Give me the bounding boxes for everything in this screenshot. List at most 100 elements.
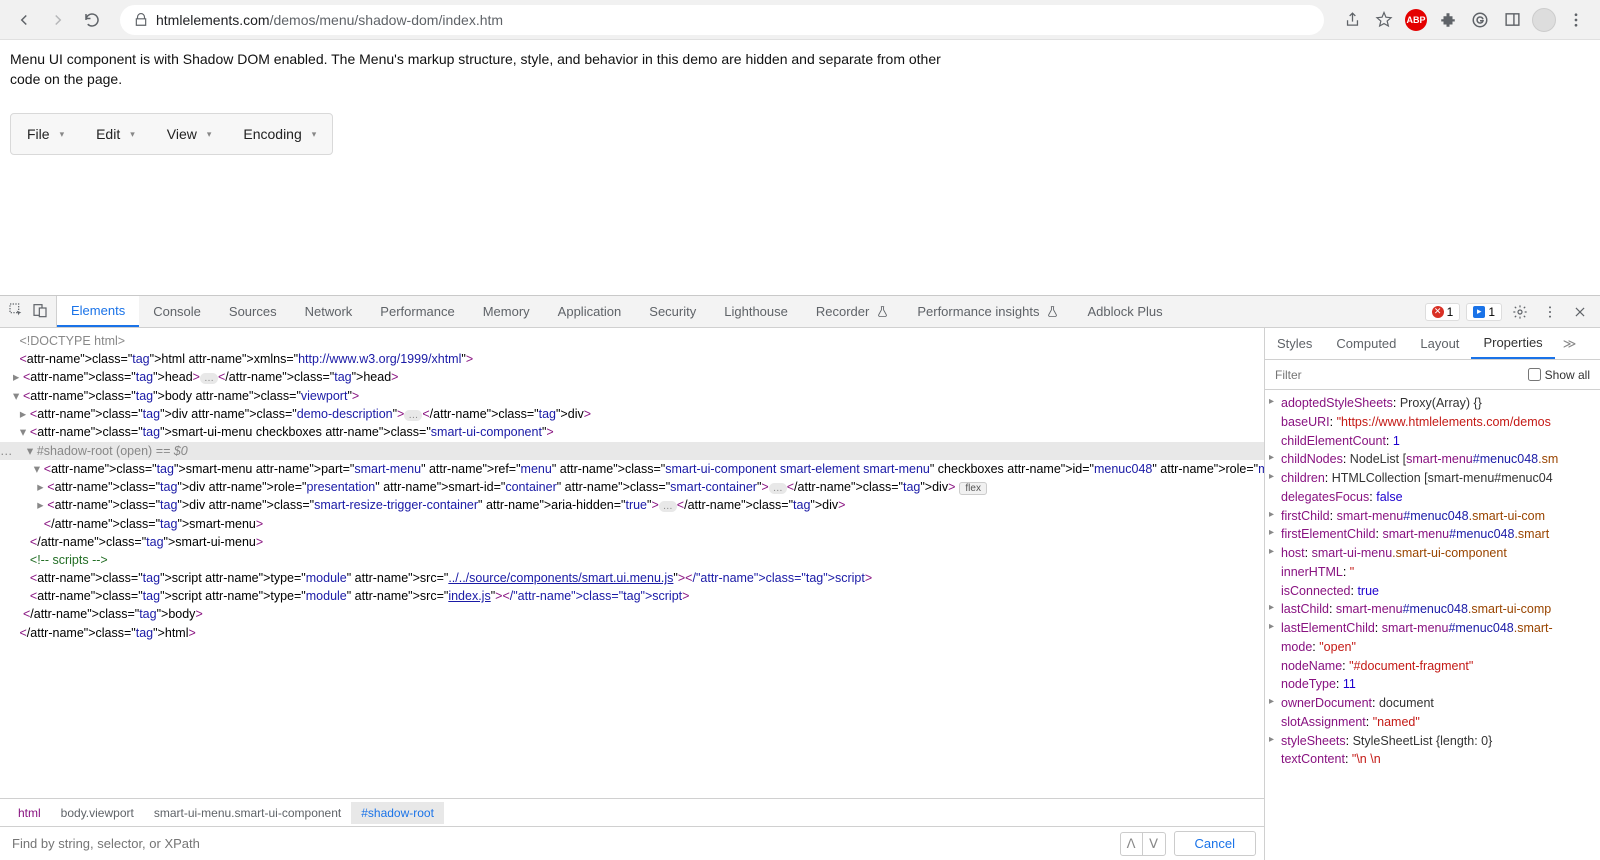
- property-row[interactable]: ▸firstChild: smart-menu#menuc048.smart-u…: [1265, 507, 1600, 526]
- tab-performance-insights[interactable]: Performance insights: [903, 296, 1073, 327]
- tab-network[interactable]: Network: [291, 296, 367, 327]
- inspect-icon[interactable]: [8, 302, 24, 321]
- property-row[interactable]: baseURI: "https://www.htmlelements.com/d…: [1265, 413, 1600, 432]
- sidebar-tab-styles[interactable]: Styles: [1265, 328, 1324, 359]
- tab-console[interactable]: Console: [139, 296, 215, 327]
- property-row[interactable]: ▸ownerDocument: document: [1265, 694, 1600, 713]
- devtools-panel: ElementsConsoleSourcesNetworkPerformance…: [0, 295, 1600, 860]
- error-badge[interactable]: ✕1: [1425, 303, 1461, 321]
- tab-security[interactable]: Security: [635, 296, 710, 327]
- property-row[interactable]: slotAssignment: "named": [1265, 713, 1600, 732]
- chevron-down-icon: ▾: [60, 129, 65, 140]
- tab-performance[interactable]: Performance: [366, 296, 468, 327]
- properties-sidebar: StylesComputedLayoutProperties≫ Show all…: [1265, 328, 1600, 860]
- device-toggle-icon[interactable]: [32, 302, 48, 321]
- dom-line[interactable]: ▾#shadow-root (open) == $0: [0, 442, 1264, 460]
- property-row[interactable]: ▸lastChild: smart-menu#menuc048.smart-ui…: [1265, 600, 1600, 619]
- dom-line[interactable]: ▸<attr-name">class="tag">head>…</attr-na…: [0, 368, 1264, 387]
- breadcrumb-item[interactable]: body.viewport: [51, 802, 144, 824]
- dom-line[interactable]: ▸<attr-name">class="tag">div attr-name">…: [0, 496, 1264, 515]
- panel-icon[interactable]: [1498, 6, 1526, 34]
- property-row[interactable]: mode: "open": [1265, 638, 1600, 657]
- dom-line[interactable]: ▸<attr-name">class="tag">div attr-name">…: [0, 478, 1264, 497]
- profile-avatar[interactable]: [1530, 6, 1558, 34]
- dom-line[interactable]: </attr-name">class="tag">html>: [0, 624, 1264, 642]
- share-icon[interactable]: [1338, 6, 1366, 34]
- dom-line[interactable]: ▸<attr-name">class="tag">div attr-name">…: [0, 405, 1264, 424]
- forward-button[interactable]: [44, 6, 72, 34]
- info-badge[interactable]: ▸1: [1466, 303, 1502, 321]
- dom-line[interactable]: ▾<attr-name">class="tag">smart-ui-menu c…: [0, 423, 1264, 441]
- filter-input[interactable]: [1275, 368, 1520, 382]
- property-row[interactable]: ▸firstElementChild: smart-menu#menuc048.…: [1265, 525, 1600, 544]
- dom-line[interactable]: ▾<attr-name">class="tag">body attr-name"…: [0, 387, 1264, 405]
- property-row[interactable]: ▸adoptedStyleSheets: Proxy(Array) {}: [1265, 394, 1600, 413]
- tab-application[interactable]: Application: [544, 296, 636, 327]
- property-row[interactable]: ▸host: smart-ui-menu.smart-ui-component: [1265, 544, 1600, 563]
- menu-bar: File▾ Edit▾ View▾ Encoding▾: [10, 113, 333, 155]
- tab-sources[interactable]: Sources: [215, 296, 291, 327]
- property-row[interactable]: nodeName: "#document-fragment": [1265, 657, 1600, 676]
- find-next[interactable]: ᐯ: [1143, 833, 1165, 855]
- property-row[interactable]: childElementCount: 1: [1265, 432, 1600, 451]
- property-row[interactable]: isConnected: true: [1265, 582, 1600, 601]
- properties-list[interactable]: ▸adoptedStyleSheets: Proxy(Array) {}base…: [1265, 390, 1600, 860]
- property-row[interactable]: innerHTML: ": [1265, 563, 1600, 582]
- property-row[interactable]: nodeType: 11: [1265, 675, 1600, 694]
- tab-memory[interactable]: Memory: [469, 296, 544, 327]
- dom-line[interactable]: <attr-name">class="tag">script attr-name…: [0, 587, 1264, 605]
- grammarly-icon[interactable]: [1466, 6, 1494, 34]
- find-input[interactable]: [8, 832, 1112, 855]
- dom-tree[interactable]: <!DOCTYPE html> <attr-name">class="tag">…: [0, 328, 1264, 798]
- more-icon[interactable]: [1538, 300, 1562, 324]
- sidebar-tab-computed[interactable]: Computed: [1324, 328, 1408, 359]
- tab-elements[interactable]: Elements: [57, 296, 139, 327]
- property-row[interactable]: textContent: "\n \n: [1265, 750, 1600, 769]
- page-description: Menu UI component is with Shadow DOM ena…: [10, 50, 960, 89]
- dom-line[interactable]: <attr-name">class="tag">html attr-name">…: [0, 350, 1264, 368]
- show-all-checkbox[interactable]: Show all: [1528, 368, 1590, 382]
- sidebar-more-icon[interactable]: ≫: [1555, 328, 1585, 359]
- back-button[interactable]: [10, 6, 38, 34]
- tab-recorder[interactable]: Recorder: [802, 296, 903, 327]
- error-icon: ✕: [1432, 306, 1444, 318]
- dom-line[interactable]: <!-- scripts -->: [0, 551, 1264, 569]
- close-icon[interactable]: [1568, 300, 1592, 324]
- dom-line[interactable]: <attr-name">class="tag">script attr-name…: [0, 569, 1264, 587]
- adblock-icon[interactable]: ABP: [1402, 6, 1430, 34]
- extensions-icon[interactable]: [1434, 6, 1462, 34]
- find-bar: ᐱ ᐯ Cancel: [0, 826, 1264, 860]
- property-row[interactable]: ▸childNodes: NodeList [smart-menu#menuc0…: [1265, 450, 1600, 469]
- reload-button[interactable]: [78, 6, 106, 34]
- cancel-button[interactable]: Cancel: [1174, 831, 1256, 856]
- sidebar-tab-layout[interactable]: Layout: [1408, 328, 1471, 359]
- menu-icon[interactable]: [1562, 6, 1590, 34]
- dom-line[interactable]: <!DOCTYPE html>: [0, 332, 1264, 350]
- tab-lighthouse[interactable]: Lighthouse: [710, 296, 802, 327]
- property-row[interactable]: ▸styleSheets: StyleSheetList {length: 0}: [1265, 732, 1600, 751]
- tab-adblock-plus[interactable]: Adblock Plus: [1073, 296, 1176, 327]
- breadcrumb-item[interactable]: smart-ui-menu.smart-ui-component: [144, 802, 351, 824]
- menu-edit[interactable]: Edit▾: [80, 114, 151, 154]
- property-row[interactable]: delegatesFocus: false: [1265, 488, 1600, 507]
- chevron-down-icon: ▾: [130, 129, 135, 140]
- browser-toolbar: htmlelements.com/demos/menu/shadow-dom/i…: [0, 0, 1600, 40]
- star-icon[interactable]: [1370, 6, 1398, 34]
- menu-file[interactable]: File▾: [11, 114, 80, 154]
- menu-encoding[interactable]: Encoding▾: [227, 114, 332, 154]
- sidebar-tab-properties[interactable]: Properties: [1471, 328, 1554, 359]
- find-prev[interactable]: ᐱ: [1121, 833, 1143, 855]
- settings-icon[interactable]: [1508, 300, 1532, 324]
- property-row[interactable]: ▸lastElementChild: smart-menu#menuc048.s…: [1265, 619, 1600, 638]
- dom-line[interactable]: </attr-name">class="tag">smart-menu>: [0, 515, 1264, 533]
- dom-line[interactable]: ▾<attr-name">class="tag">smart-menu attr…: [0, 460, 1264, 478]
- breadcrumb-item[interactable]: #shadow-root: [351, 802, 444, 824]
- menu-view[interactable]: View▾: [151, 114, 228, 154]
- chevron-down-icon: ▾: [312, 129, 317, 140]
- breadcrumb-item[interactable]: html: [8, 802, 51, 824]
- url-bar[interactable]: htmlelements.com/demos/menu/shadow-dom/i…: [120, 5, 1324, 35]
- dom-line[interactable]: </attr-name">class="tag">smart-ui-menu>: [0, 533, 1264, 551]
- property-row[interactable]: ▸children: HTMLCollection [smart-menu#me…: [1265, 469, 1600, 488]
- breadcrumbs: htmlbody.viewportsmart-ui-menu.smart-ui-…: [0, 798, 1264, 826]
- dom-line[interactable]: </attr-name">class="tag">body>: [0, 605, 1264, 623]
